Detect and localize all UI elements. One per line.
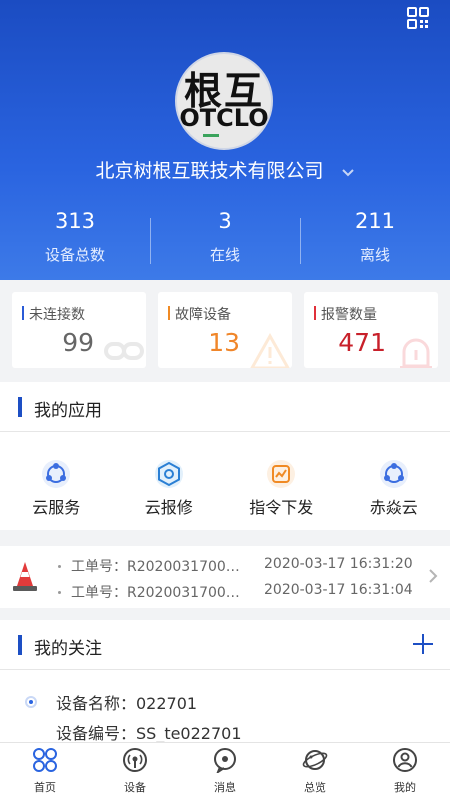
tab-label: 我的 — [394, 781, 416, 794]
logo-text-bottom: OTCLO — [179, 104, 269, 132]
follow-list: 设备名称：022701 设备编号：SS_te022701 — [0, 670, 450, 742]
order-time: 2020-03-17 16:31:04 — [264, 582, 413, 598]
company-selector[interactable]: 北京树根互联技术有限公司 — [0, 156, 450, 183]
card-alarm[interactable]: 报警数量 471 — [304, 292, 438, 368]
apps-section-header: 我的应用 — [0, 382, 450, 432]
card-value: 13 — [208, 328, 240, 357]
app-cloud-repair[interactable]: 云报修 — [113, 432, 226, 530]
logo-accent — [203, 134, 219, 137]
device-name[interactable]: 设备名称：022701 — [56, 690, 197, 714]
stat-label: 在线 — [209, 246, 240, 264]
bullet — [58, 564, 61, 568]
card-faulty[interactable]: 故障设备 13 — [158, 292, 292, 368]
work-order-item[interactable]: 工单号：R2020031700… 2020-03-17 16:31:04 — [58, 582, 418, 602]
alarm-icon — [400, 338, 432, 368]
follow-item-dot — [25, 696, 37, 708]
tab-device[interactable]: 设备 — [90, 743, 180, 800]
card-unconnected[interactable]: 未连接数 99 — [12, 292, 146, 368]
traffic-cone-icon — [13, 562, 37, 591]
tab-overview[interactable]: 总览 — [270, 743, 360, 800]
tab-label: 消息 — [214, 781, 236, 794]
cloud-service-icon — [42, 460, 71, 488]
app-chiyan-cloud[interactable]: 赤焱云 — [338, 432, 450, 530]
command-issue-icon — [267, 460, 296, 488]
link-icon — [104, 342, 144, 360]
bullet — [58, 590, 61, 594]
app-command-issue[interactable]: 指令下发 — [225, 432, 338, 530]
qr-code-icon[interactable] — [406, 6, 430, 30]
bottom-tab-bar: 首页 设备 消息 总览 我的 — [0, 742, 450, 800]
chevron-down-icon — [341, 168, 354, 176]
app-label: 云服务 — [32, 498, 81, 517]
app-label: 指令下发 — [249, 498, 314, 517]
home-icon — [33, 748, 57, 772]
message-icon — [214, 748, 236, 773]
summary-cards: 未连接数 99 故障设备 13 报警数量 471 — [12, 292, 438, 368]
order-number: 工单号：R2020031700… — [71, 559, 240, 575]
stat-total[interactable]: 313 设备总数 — [0, 208, 150, 268]
stat-label: 设备总数 — [44, 246, 105, 264]
card-label: 故障设备 — [168, 304, 231, 324]
tab-message[interactable]: 消息 — [180, 743, 270, 800]
app-label: 云报修 — [144, 498, 193, 517]
header-banner: 根互 OTCLO 北京树根互联技术有限公司 313 设备总数 3 在线 211 … — [0, 0, 450, 280]
cloud-repair-icon — [154, 460, 183, 488]
device-icon — [123, 748, 147, 772]
section-accent-bar — [18, 635, 22, 655]
apps-grid: 云服务 云报修 指令下发 赤焱云 — [0, 432, 450, 530]
work-order-item[interactable]: 工单号：R2020031700… 2020-03-17 16:31:20 — [58, 556, 418, 576]
tab-home[interactable]: 首页 — [0, 743, 90, 800]
company-logo: 根互 OTCLO — [175, 52, 273, 150]
overview-icon — [302, 750, 328, 770]
stat-label: 离线 — [359, 246, 390, 264]
device-stats: 313 设备总数 3 在线 211 离线 — [0, 208, 450, 268]
company-name: 北京树根互联技术有限公司 — [95, 160, 324, 182]
warning-icon — [250, 332, 290, 368]
plus-icon[interactable] — [412, 633, 434, 655]
card-value: 471 — [338, 328, 386, 357]
app-cloud-service[interactable]: 云服务 — [0, 432, 113, 530]
stat-offline[interactable]: 211 离线 — [300, 208, 450, 268]
follow-section-header: 我的关注 — [0, 620, 450, 670]
chiyan-cloud-icon — [379, 460, 408, 488]
card-label: 未连接数 — [22, 304, 85, 324]
app-label: 赤焱云 — [369, 498, 418, 517]
work-orders[interactable]: 工单号：R2020031700… 2020-03-17 16:31:20 工单号… — [0, 546, 450, 608]
order-number: 工单号：R2020031700… — [71, 585, 240, 601]
tab-label: 总览 — [304, 781, 326, 794]
profile-icon — [393, 748, 417, 772]
tab-label: 设备 — [124, 781, 146, 794]
chevron-right-icon[interactable] — [428, 568, 438, 584]
order-time: 2020-03-17 16:31:20 — [264, 556, 413, 572]
stat-value: 313 — [54, 209, 96, 233]
section-title: 我的关注 — [34, 639, 102, 659]
tab-label: 首页 — [34, 781, 56, 794]
stat-value: 3 — [218, 209, 232, 233]
card-label: 报警数量 — [314, 304, 377, 324]
stat-online[interactable]: 3 在线 — [150, 208, 300, 268]
card-value: 99 — [62, 328, 94, 357]
section-title: 我的应用 — [34, 401, 102, 421]
stat-value: 211 — [354, 209, 396, 233]
tab-profile[interactable]: 我的 — [360, 743, 450, 800]
device-code[interactable]: 设备编号：SS_te022701 — [56, 720, 242, 742]
section-accent-bar — [18, 397, 22, 417]
